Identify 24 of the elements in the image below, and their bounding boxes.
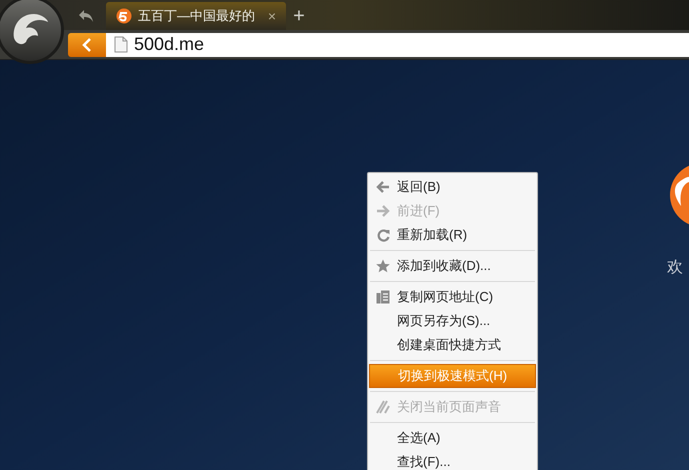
tab-title: 五百丁—中国最好的: [138, 7, 256, 26]
copy-icon: [376, 290, 390, 304]
back-button[interactable]: [68, 32, 106, 56]
menu-item[interactable]: 网页另存为(S)...: [369, 309, 536, 333]
menu-item[interactable]: 添加到收藏(D)...: [369, 254, 536, 278]
site-logo-icon: [116, 8, 132, 24]
reload-icon: [376, 228, 390, 242]
right-arrow-icon: [376, 205, 390, 217]
welcome-text: 欢: [667, 258, 683, 278]
menu-item[interactable]: 全选(A): [369, 426, 536, 450]
menu-item[interactable]: 返回(B): [369, 175, 536, 199]
browser-tab[interactable]: 五百丁—中国最好的 ×: [106, 2, 286, 30]
menu-item[interactable]: 查找(F)...: [369, 450, 536, 470]
menu-item[interactable]: 复制网页地址(C): [369, 285, 536, 309]
new-tab-button[interactable]: +: [286, 2, 312, 30]
star-icon: [376, 259, 390, 273]
left-arrow-icon: [376, 181, 390, 193]
address-text: 500d.me: [134, 33, 204, 56]
page-icon: [114, 36, 128, 53]
chevron-left-icon: [82, 38, 92, 52]
menu-item[interactable]: 创建桌面快捷方式: [369, 333, 536, 357]
address-field[interactable]: 500d.me: [106, 32, 689, 56]
menu-item[interactable]: 重新加载(R): [369, 223, 536, 247]
close-button[interactable]: ×: [268, 9, 276, 23]
